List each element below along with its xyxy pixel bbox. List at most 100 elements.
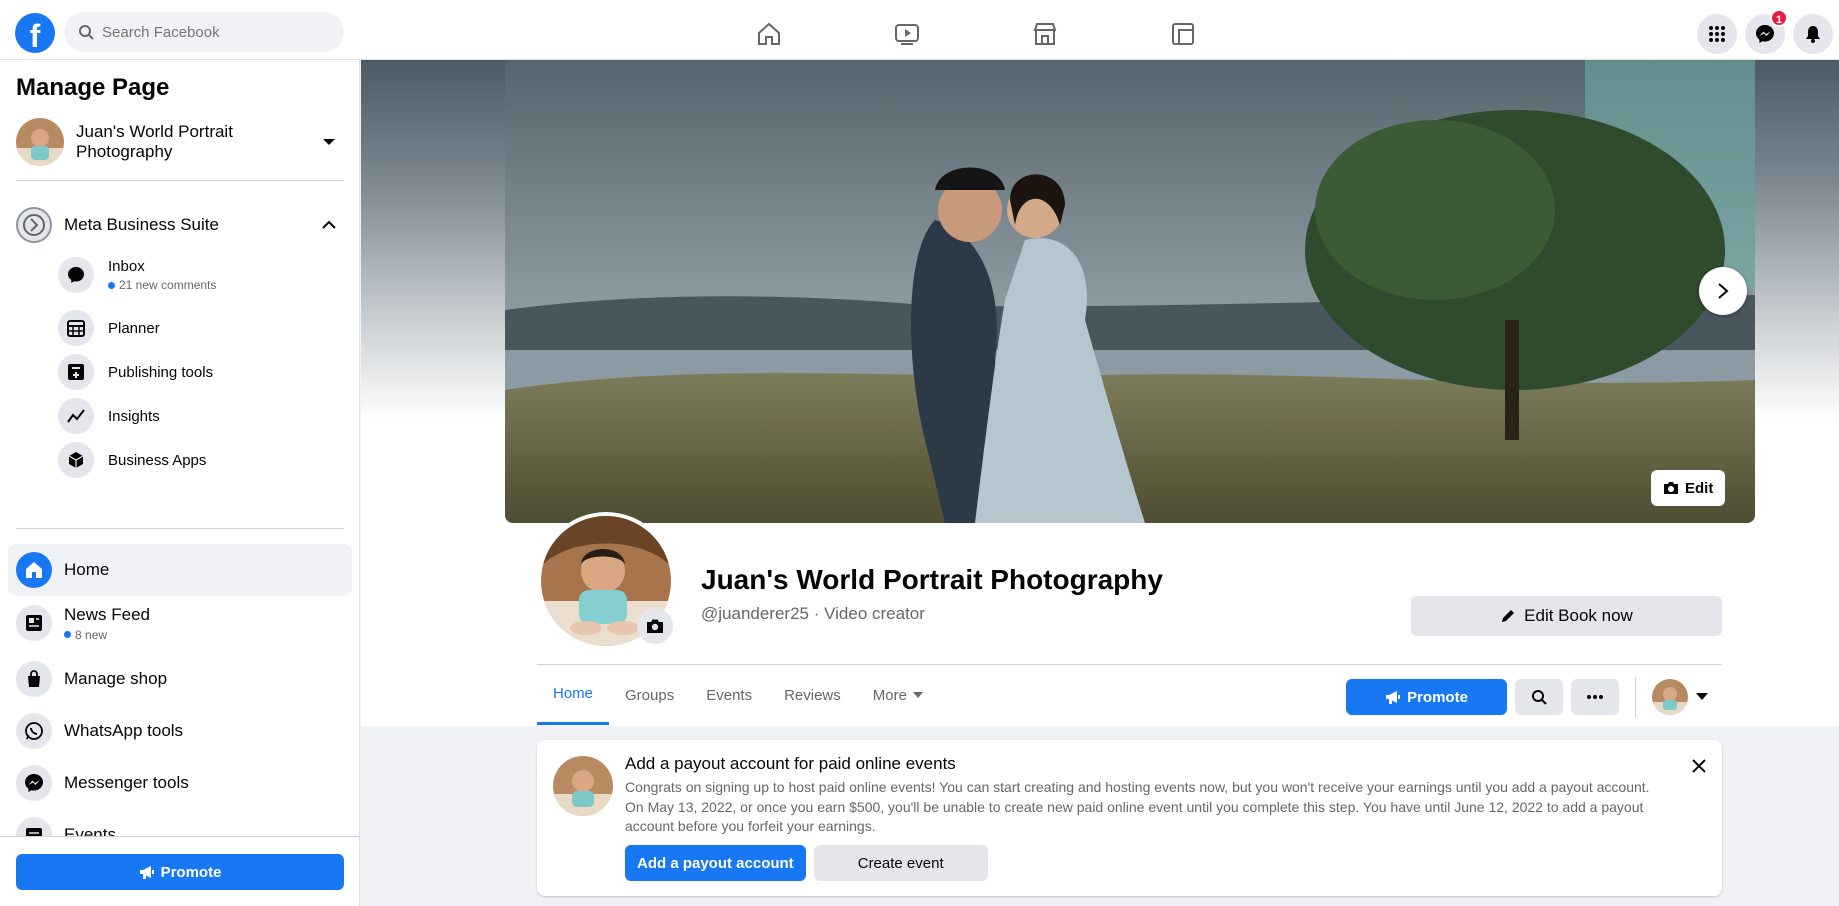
create-event-button[interactable]: Create event bbox=[813, 845, 988, 881]
notifications-button[interactable] bbox=[1793, 14, 1833, 54]
close-notice-button[interactable] bbox=[1685, 752, 1713, 780]
edit-cover-button[interactable]: Edit bbox=[1651, 470, 1726, 506]
tab-more-label: More bbox=[872, 686, 907, 704]
edit-cover-label: Edit bbox=[1685, 479, 1714, 497]
tab-groups[interactable]: Groups bbox=[609, 665, 690, 725]
payout-notice-card: Add a payout account for paid online eve… bbox=[537, 740, 1722, 896]
tab-home[interactable]: Home bbox=[537, 665, 610, 725]
inbox-icon bbox=[58, 257, 94, 293]
nav-gaming[interactable] bbox=[1114, 8, 1252, 60]
messenger-button[interactable]: 1 bbox=[1745, 9, 1788, 54]
nav-marketplace[interactable] bbox=[976, 8, 1114, 60]
page-title: Juan's World Portrait Photography bbox=[701, 564, 1163, 595]
camera-icon bbox=[647, 619, 663, 633]
menu-button[interactable] bbox=[1697, 14, 1737, 54]
promote-label: Promote bbox=[160, 863, 222, 881]
sidebar-item-manage-shop[interactable]: Manage shop bbox=[8, 653, 352, 705]
tab-events[interactable]: Events bbox=[690, 665, 768, 725]
tab-reviews[interactable]: Reviews bbox=[768, 665, 857, 725]
home-icon bbox=[16, 552, 52, 588]
sidebar-item-messenger-tools[interactable]: Messenger tools bbox=[8, 757, 352, 809]
suite-item-insights[interactable]: Insights bbox=[58, 394, 338, 438]
page-avatar bbox=[16, 118, 64, 166]
page-main: Edit Juan's World Portrait Photography @… bbox=[361, 60, 1839, 906]
nav-home[interactable] bbox=[700, 8, 838, 60]
notification-badge: 1 bbox=[1770, 9, 1788, 27]
chevron-up-icon bbox=[322, 220, 336, 229]
add-payout-account-button[interactable]: Add a payout account bbox=[625, 845, 806, 881]
divider bbox=[16, 528, 344, 529]
suite-item-label: Insights bbox=[108, 407, 160, 425]
cover-photo[interactable] bbox=[505, 60, 1755, 523]
suite-item-label: Planner bbox=[108, 319, 160, 337]
page-actions: Promote bbox=[1346, 677, 1708, 717]
sidebar-item-label: WhatsApp tools bbox=[64, 721, 184, 740]
divider bbox=[16, 180, 344, 181]
nav-watch[interactable] bbox=[838, 8, 976, 60]
unread-dot bbox=[64, 631, 71, 638]
sidebar-item-label: Messenger tools bbox=[64, 773, 189, 792]
search-box[interactable] bbox=[64, 12, 344, 52]
page-avatar bbox=[553, 756, 613, 816]
book-button-label: Edit Book now bbox=[1524, 606, 1633, 625]
switch-profile-button[interactable] bbox=[1652, 679, 1708, 715]
business-suite-label: Meta Business Suite bbox=[64, 215, 219, 234]
messenger-icon bbox=[16, 765, 52, 801]
suite-item-planner[interactable]: Planner bbox=[58, 306, 338, 350]
camera-icon bbox=[1664, 482, 1678, 494]
news-feed-icon bbox=[16, 605, 52, 641]
top-navigation-bar: f 1 bbox=[0, 0, 1839, 60]
unread-dot bbox=[108, 281, 115, 289]
tab-more[interactable]: More bbox=[857, 665, 939, 725]
suite-item-label: Inbox bbox=[108, 258, 145, 275]
edit-book-now-button[interactable]: Edit Book now bbox=[1411, 596, 1722, 636]
sidebar-item-meta: 8 new bbox=[75, 627, 108, 642]
pencil-icon bbox=[1502, 610, 1515, 622]
watch-icon bbox=[895, 24, 919, 45]
sidebar-item-news-feed[interactable]: News Feed 8 new bbox=[8, 597, 352, 649]
page-name: Juan's World Portrait Photography bbox=[76, 122, 233, 161]
page-handle-category: @juanderer25 · Video creator bbox=[701, 604, 925, 623]
suite-item-meta: 21 new comments bbox=[119, 278, 217, 292]
sidebar-item-home[interactable]: Home bbox=[8, 544, 352, 596]
change-profile-photo-button[interactable] bbox=[637, 608, 673, 644]
sidebar-title: Manage Page bbox=[16, 74, 170, 101]
divider bbox=[1635, 677, 1636, 717]
promote-button[interactable]: Promote bbox=[1346, 679, 1507, 715]
suite-item-inbox[interactable]: Inbox 21 new comments bbox=[58, 253, 338, 297]
messenger-icon bbox=[1756, 25, 1774, 43]
search-page-button[interactable] bbox=[1515, 679, 1563, 715]
sidebar-promote-button[interactable]: Promote bbox=[16, 854, 344, 890]
suite-item-business-apps[interactable]: Business Apps bbox=[58, 438, 338, 482]
suite-item-label: Publishing tools bbox=[108, 363, 214, 381]
insights-icon bbox=[58, 398, 94, 434]
notice-actions: Add a payout account Create event bbox=[625, 845, 988, 881]
whatsapp-icon bbox=[16, 713, 52, 749]
notice-body: Congrats on signing up to host paid onli… bbox=[625, 779, 1650, 834]
home-icon bbox=[758, 22, 780, 45]
cover-next-button[interactable] bbox=[1699, 267, 1747, 315]
sidebar-item-whatsapp-tools[interactable]: WhatsApp tools bbox=[8, 705, 352, 757]
search-input[interactable] bbox=[102, 23, 322, 41]
more-options-button[interactable] bbox=[1571, 679, 1619, 715]
meta-business-suite-toggle[interactable]: Meta Business Suite bbox=[16, 205, 344, 245]
publishing-icon bbox=[58, 354, 94, 390]
caret-down-icon bbox=[912, 692, 923, 698]
chevron-right-icon bbox=[1718, 283, 1729, 299]
facebook-logo[interactable]: f bbox=[15, 13, 55, 53]
sidebar-item-label: Home bbox=[64, 560, 110, 579]
menu-grid-icon bbox=[1709, 26, 1725, 42]
caret-down-icon[interactable] bbox=[322, 137, 336, 147]
calendar-icon bbox=[58, 310, 94, 346]
search-icon bbox=[79, 25, 94, 40]
business-suite-icon bbox=[16, 207, 52, 243]
gaming-icon bbox=[1172, 23, 1194, 45]
more-horizontal-icon bbox=[1587, 695, 1603, 699]
cube-icon bbox=[58, 442, 94, 478]
suite-item-label: Business Apps bbox=[108, 451, 207, 469]
page-selector[interactable]: Juan's World Portrait Photography bbox=[16, 116, 344, 168]
search-icon bbox=[1532, 690, 1547, 705]
close-icon bbox=[1692, 759, 1706, 773]
suite-item-publishing-tools[interactable]: Publishing tools bbox=[58, 350, 338, 394]
marketplace-icon bbox=[1033, 23, 1057, 45]
